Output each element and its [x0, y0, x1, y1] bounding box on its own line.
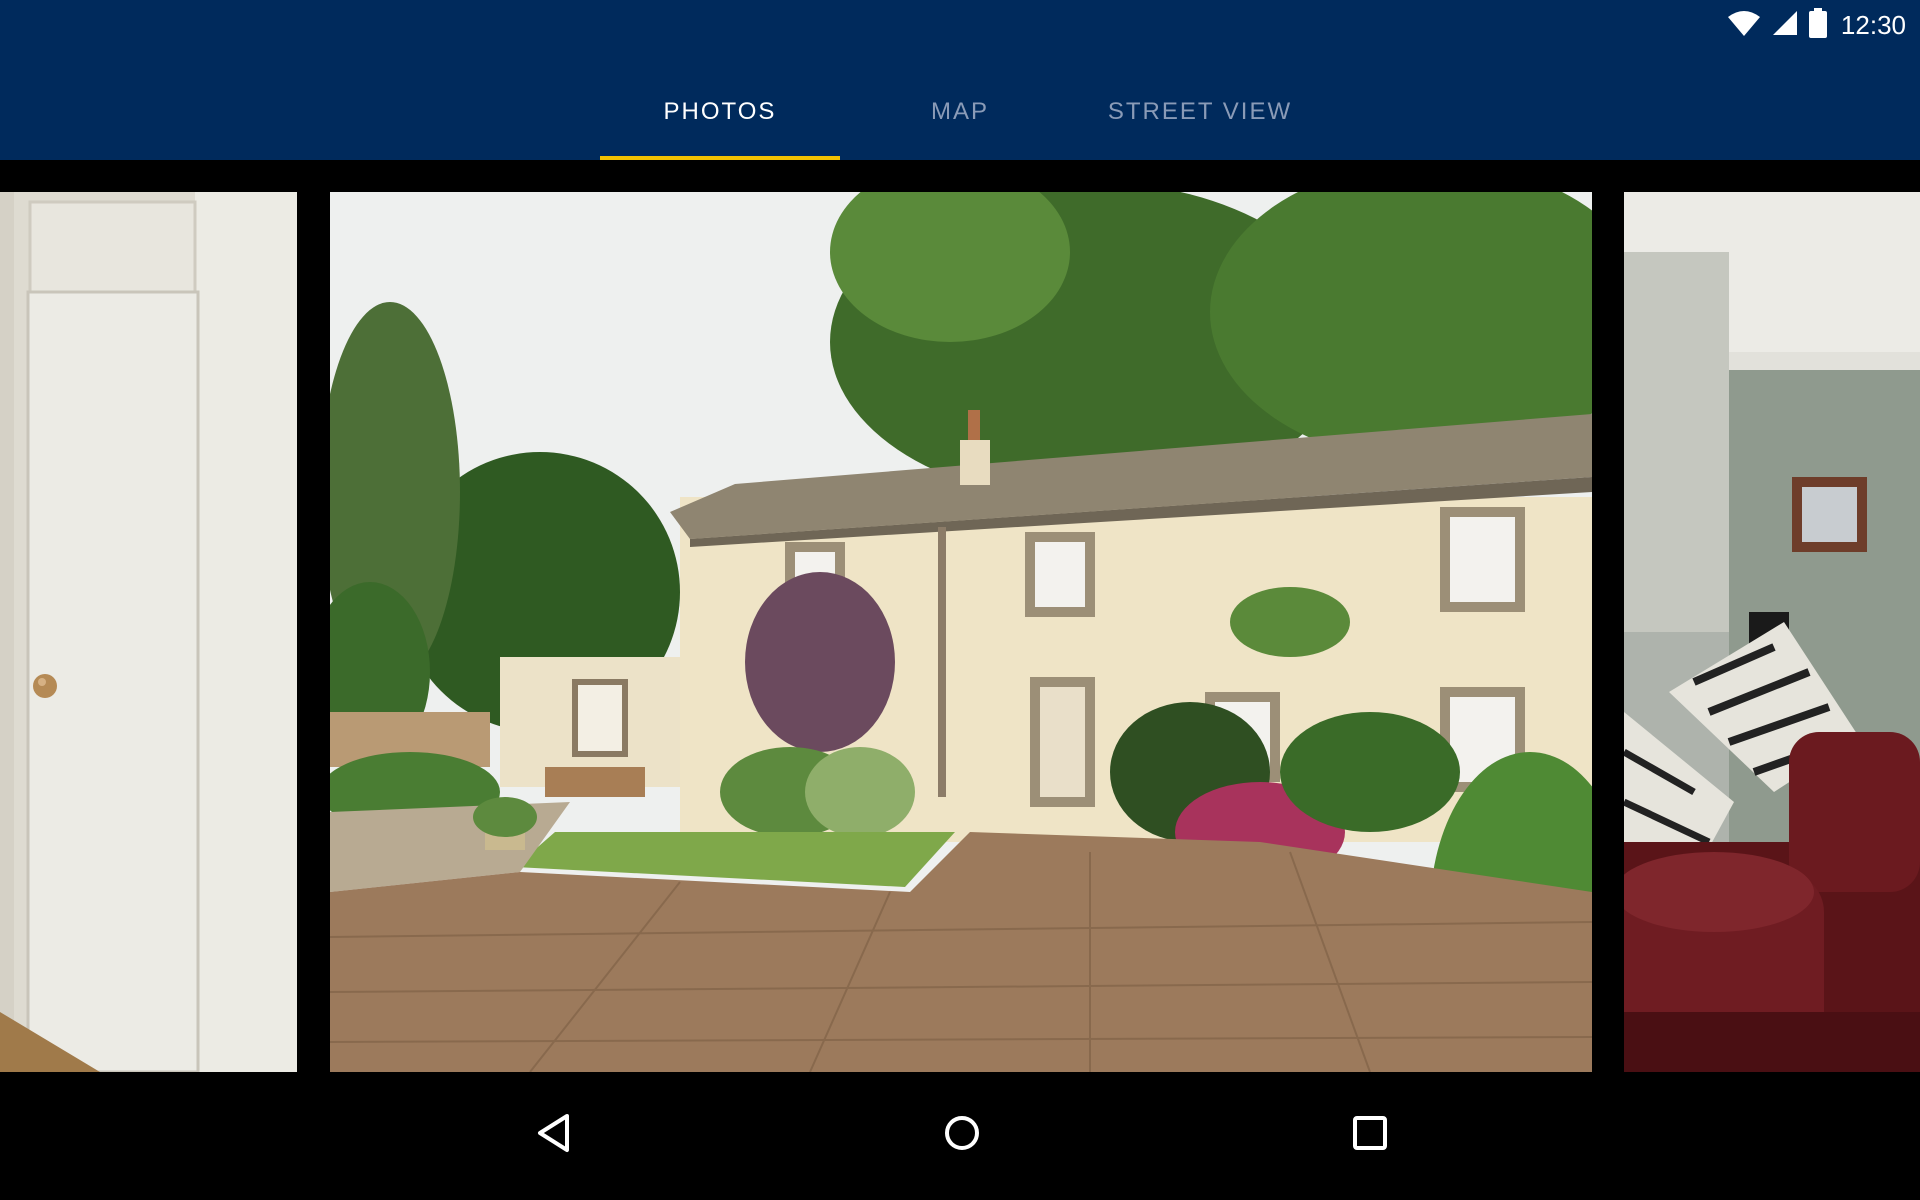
- recents-button[interactable]: [1337, 1102, 1403, 1168]
- wifi-icon: [1727, 9, 1761, 42]
- cell-signal-icon: [1771, 9, 1799, 42]
- recents-icon: [1352, 1115, 1388, 1156]
- photo-previous[interactable]: [0, 192, 297, 1072]
- home-button[interactable]: [929, 1102, 995, 1168]
- photo-next[interactable]: [1624, 192, 1920, 1072]
- back-icon: [535, 1113, 571, 1158]
- battery-icon: [1808, 7, 1827, 43]
- tab-map[interactable]: MAP: [840, 76, 1080, 160]
- app-header: 12:30 PHOTOS MAP STREET VIEW: [0, 0, 1920, 160]
- tab-photos[interactable]: PHOTOS: [600, 76, 840, 160]
- tab-street-view[interactable]: STREET VIEW: [1080, 76, 1320, 160]
- photo-gallery[interactable]: [0, 160, 1920, 1072]
- tab-bar: PHOTOS MAP STREET VIEW: [600, 76, 1320, 160]
- home-icon: [943, 1114, 981, 1157]
- tab-label: STREET VIEW: [1107, 98, 1293, 125]
- back-button[interactable]: [520, 1102, 586, 1168]
- tab-label: MAP: [930, 98, 989, 125]
- tab-label: PHOTOS: [663, 98, 777, 125]
- system-nav-bar: [0, 1072, 1920, 1200]
- photo-current[interactable]: [330, 192, 1592, 1072]
- status-time: 12:30: [1840, 9, 1906, 40]
- status-bar: 12:30: [1727, 7, 1906, 43]
